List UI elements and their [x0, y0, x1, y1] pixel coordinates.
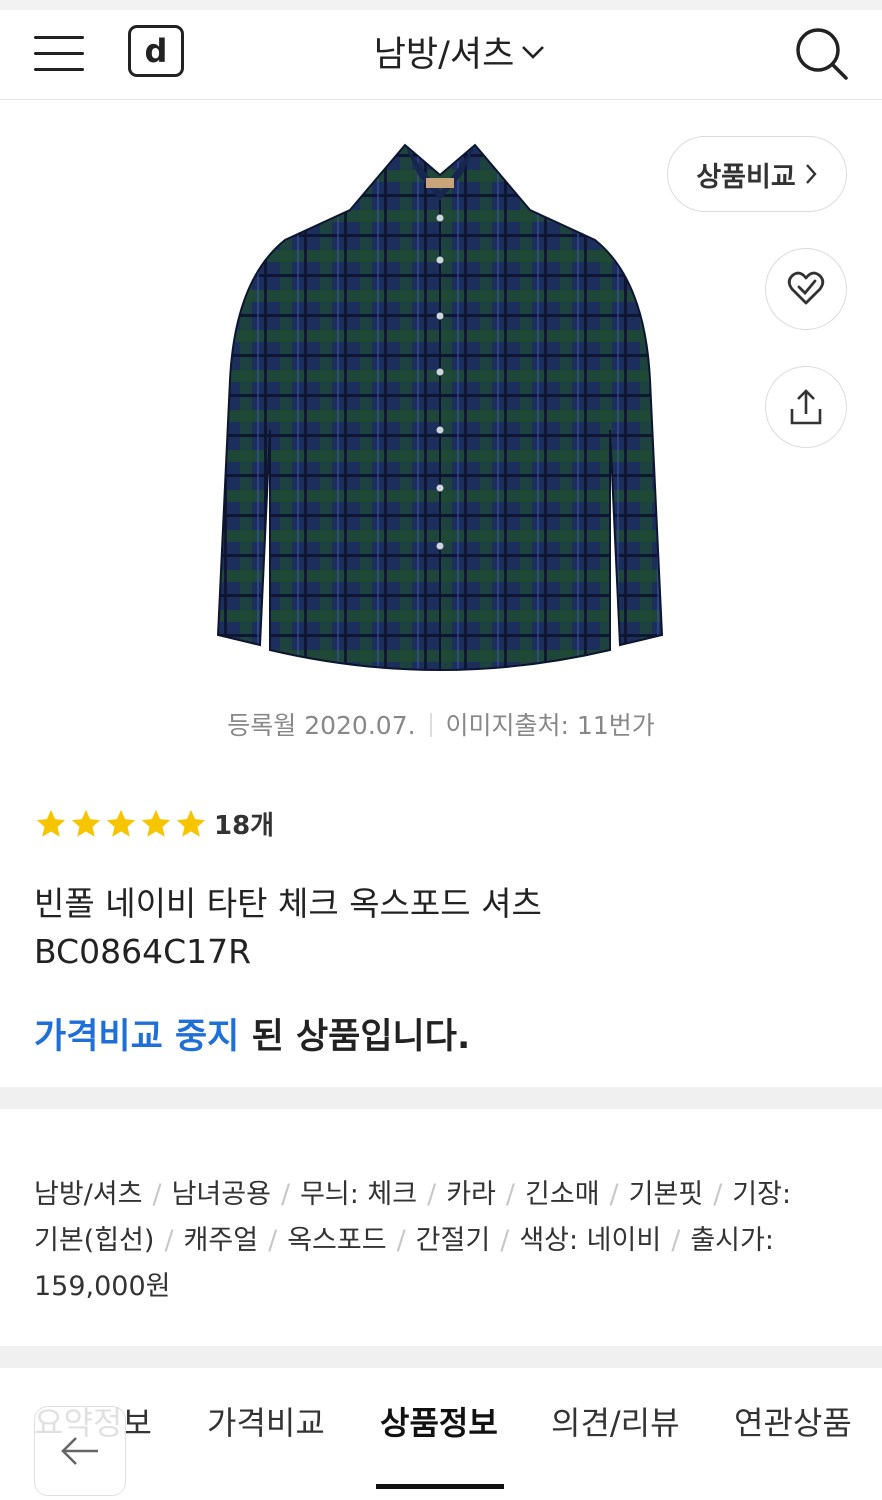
spec-item: 간절기 — [415, 1225, 491, 1256]
spec-item: 무늬: 체크 — [300, 1179, 418, 1210]
spec-item: 캐주얼 — [183, 1225, 259, 1256]
category-title: 남방/셔츠 — [373, 35, 515, 75]
spec-item: 남녀공용 — [171, 1179, 271, 1210]
active-tab-indicator — [376, 1484, 504, 1489]
rating[interactable]: 18개 — [34, 805, 274, 842]
review-count: 18개 — [214, 811, 275, 841]
registered-date: 등록월 2020.07. — [227, 711, 416, 740]
price-status: 가격비교 중지 된 상품입니다. — [34, 1008, 470, 1059]
share-icon — [790, 389, 822, 425]
spec-item: 기장: — [732, 1179, 792, 1210]
star-icon — [141, 809, 171, 837]
status-strip — [0, 0, 882, 10]
star-icon — [176, 809, 206, 837]
wishlist-button[interactable] — [765, 248, 847, 330]
section-divider — [0, 1087, 882, 1109]
tab-product-info[interactable]: 상품정보 — [380, 1398, 498, 1444]
divider — [429, 713, 432, 737]
logo[interactable]: d — [128, 25, 184, 77]
status-accent: 가격비교 중지 — [34, 1017, 240, 1057]
chevron-right-icon — [805, 164, 817, 184]
compare-label: 상품비교 — [696, 161, 796, 193]
tab-price-compare[interactable]: 가격비교 — [207, 1398, 325, 1444]
top-header: d 남방/셔츠 — [0, 10, 882, 100]
spec-item: 159,000원 — [34, 1271, 171, 1302]
hamburger-icon[interactable] — [34, 30, 86, 71]
arrow-left-icon — [61, 1437, 98, 1465]
category-dropdown[interactable]: 남방/셔츠 — [300, 26, 620, 77]
spec-item: 옥스포드 — [287, 1225, 387, 1256]
spec-summary: 남방/셔츠 / 남녀공용 / 무늬: 체크 / 카라 / 긴소매 / 기본핏 / 기장: 기본(힙선) /… — [34, 1172, 854, 1310]
spec-item: 색상: 네이비 — [519, 1225, 662, 1256]
spec-item: 긴소매 — [525, 1179, 600, 1210]
tab-reviews[interactable]: 의견/리뷰 — [551, 1398, 680, 1444]
star-icon — [106, 809, 136, 837]
image-source: 이미지출처: 11번가 — [445, 711, 655, 740]
spec-line: 기본(힙선) / 캐주얼 / 옥스포드 / 간절기 / 색상: 네이비 / 출시가: — [34, 1225, 774, 1256]
spec-line: 남방/셔츠 / 남녀공용 / 무늬: 체크 / 카라 / 긴소매 / 기본핏 / 기장: — [34, 1179, 792, 1210]
star-icon — [36, 809, 66, 837]
heart-check-icon — [787, 271, 825, 305]
chevron-down-icon — [522, 45, 545, 59]
spec-item: 기본(힙선) — [34, 1225, 155, 1256]
tab-bar: 요약정보 가격비교 상품정보 의견/리뷰 연관상품 — [0, 1368, 882, 1500]
star-icon — [71, 809, 101, 837]
spec-item: 남방/셔츠 — [34, 1179, 143, 1210]
back-button[interactable] — [34, 1406, 126, 1496]
image-meta: 등록월 2020.07. 이미지출처: 11번가 — [0, 706, 882, 742]
spec-item: 기본핏 — [628, 1179, 704, 1210]
status-text: 된 상품입니다. — [239, 1017, 471, 1057]
share-button[interactable] — [765, 366, 847, 448]
spec-item: 출시가: — [690, 1225, 774, 1256]
product-model-code: BC0864C17R — [34, 932, 252, 971]
star-rating — [34, 807, 208, 841]
search-icon[interactable] — [792, 24, 850, 82]
tab-related[interactable]: 연관상품 — [734, 1398, 852, 1444]
product-name-line: 빈폴 네이비 타탄 체크 옥스포드 셔츠 — [34, 884, 542, 923]
compare-button[interactable]: 상품비교 — [667, 136, 847, 212]
product-name: 빈폴 네이비 타탄 체크 옥스포드 셔츠 BC0864C17R — [34, 880, 854, 976]
spec-item: 카라 — [446, 1179, 496, 1210]
product-image[interactable] — [200, 130, 680, 690]
spec-line: 159,000원 — [34, 1264, 854, 1310]
section-divider — [0, 1346, 882, 1368]
